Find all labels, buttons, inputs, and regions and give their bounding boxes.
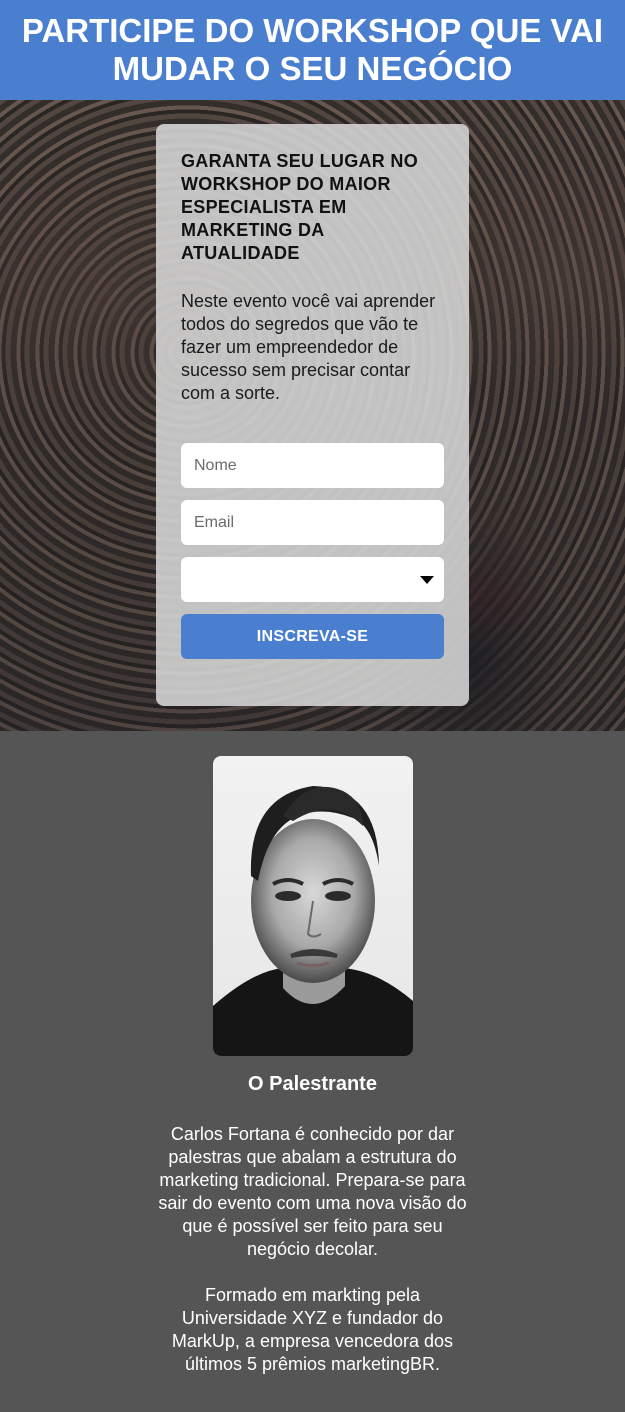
email-input[interactable] (181, 500, 444, 545)
speaker-bio-2: Formado em markting pela Universidade XY… (171, 1285, 454, 1374)
speaker-photo (212, 756, 413, 1056)
caret-down-icon (420, 576, 434, 584)
speaker-bio-1: Carlos Fortana é conhecido por dar pales… (158, 1124, 467, 1259)
subscribe-button[interactable]: INSCREVA-SE (181, 614, 444, 659)
name-input[interactable] (181, 443, 444, 488)
signup-card: GARANTA SEU LUGAR NO WORKSHOP DO MAIOR E… (156, 124, 469, 706)
page-title: PARTICIPE DO WORKSHOP QUE VAI MUDAR O SE… (21, 12, 604, 87)
form-description: Neste evento você vai aprender todos do … (181, 291, 436, 403)
form-heading: GARANTA SEU LUGAR NO WORKSHOP DO MAIOR E… (181, 151, 418, 263)
hero-section: GARANTA SEU LUGAR NO WORKSHOP DO MAIOR E… (0, 100, 625, 731)
page-header: PARTICIPE DO WORKSHOP QUE VAI MUDAR O SE… (0, 0, 625, 100)
speaker-section: O Palestrante Carlos Fortana é conhecido… (0, 731, 625, 1376)
option-select[interactable] (181, 557, 444, 602)
speaker-title: O Palestrante (248, 1073, 377, 1095)
